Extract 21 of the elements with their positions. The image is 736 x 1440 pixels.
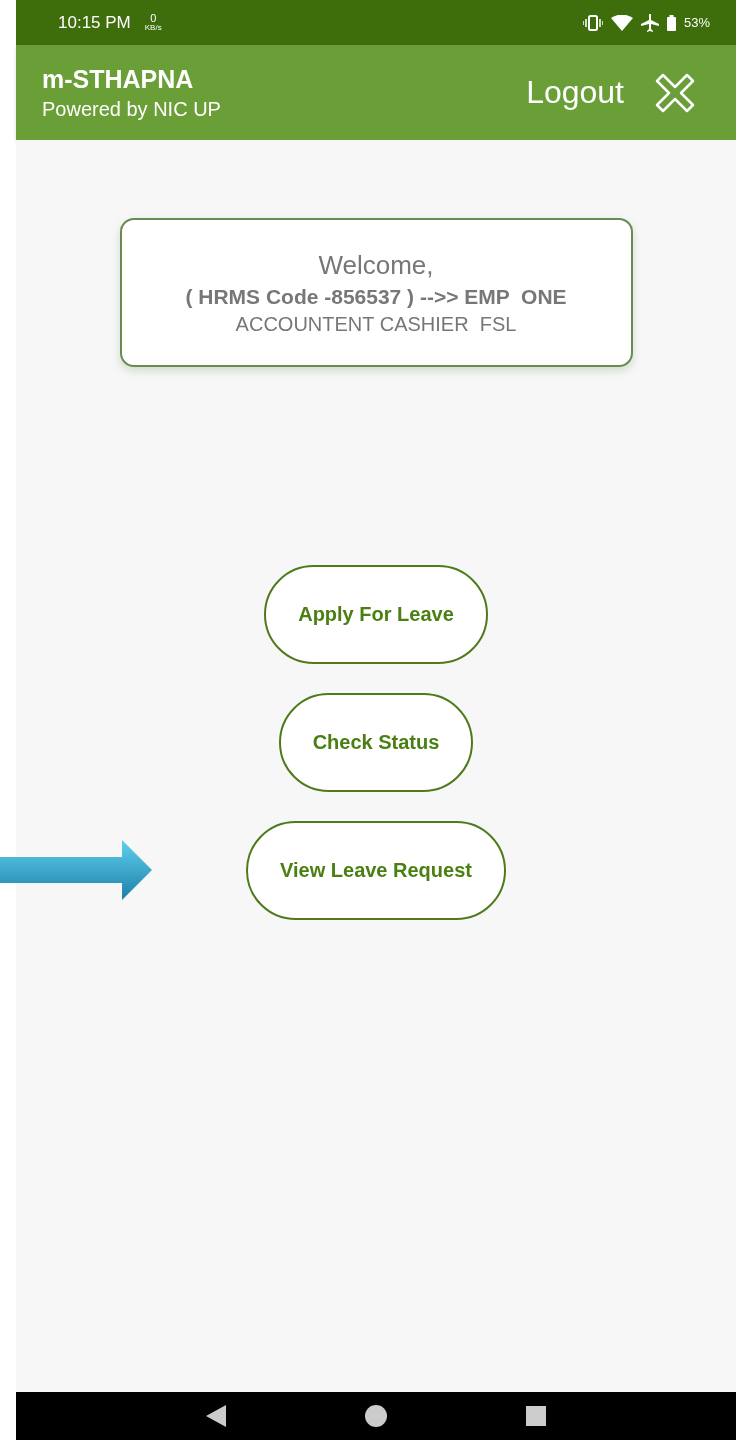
status-time: 10:15 PM: [58, 12, 131, 33]
app-subtitle: Powered by NIC UP: [42, 97, 221, 121]
logout-link[interactable]: Logout: [526, 74, 624, 111]
welcome-text: Welcome,: [318, 249, 434, 281]
menu-button[interactable]: Check Status: [278, 693, 474, 792]
employee-info: ( HRMS Code -856537 ) -->> EMP ONE: [185, 284, 567, 309]
menu-button[interactable]: Apply For Leave: [264, 565, 488, 664]
app-title: m-STHAPNA: [42, 64, 195, 94]
menu-button[interactable]: View Leave Request: [246, 821, 506, 920]
recents-icon[interactable]: [526, 1406, 547, 1426]
airplane-icon: [640, 13, 659, 32]
home-icon[interactable]: [365, 1405, 387, 1427]
close-icon[interactable]: [654, 71, 696, 114]
vibrate-icon: [582, 14, 603, 31]
designation-text: ACCOUNTENT CASHIER FSL: [235, 312, 517, 336]
back-icon[interactable]: [205, 1405, 226, 1427]
battery-percent: 53%: [683, 15, 710, 30]
network-speed: 0: [150, 13, 157, 24]
battery-icon: [666, 14, 676, 31]
speed-unit: KB/s: [144, 24, 162, 32]
wifi-icon: [610, 14, 633, 31]
